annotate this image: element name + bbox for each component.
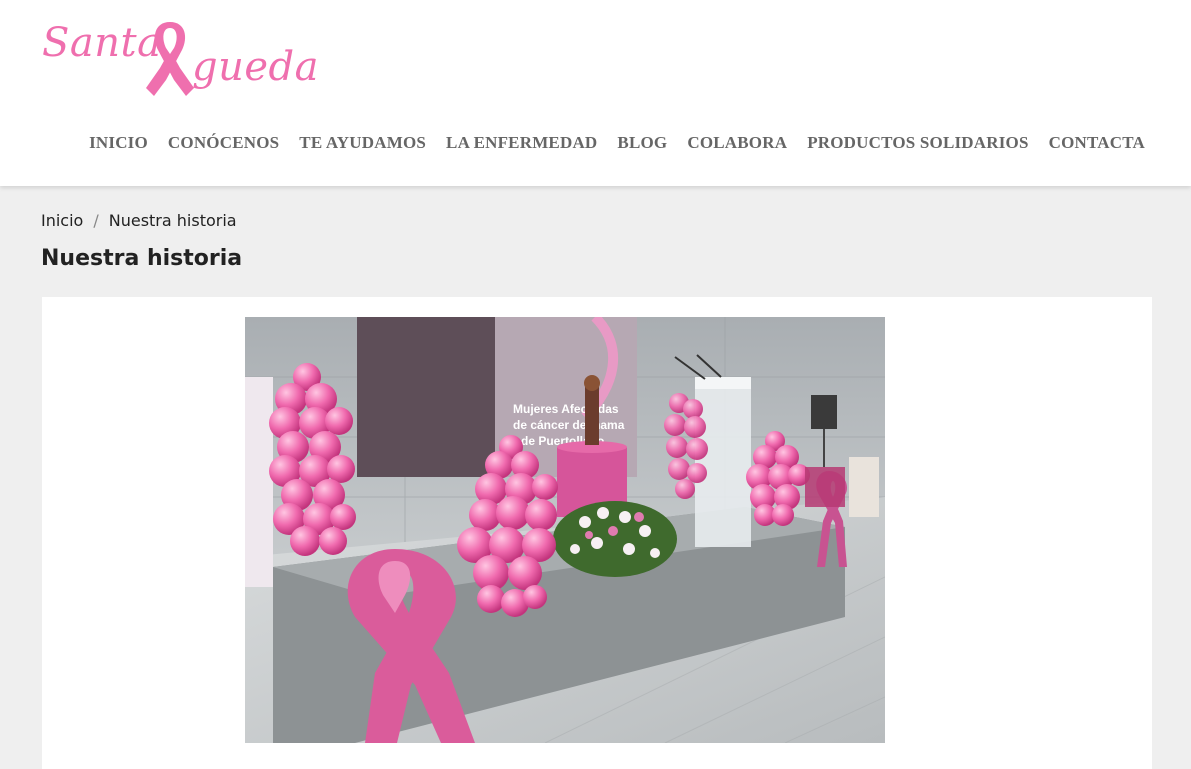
page-title: Nuestra historia — [41, 246, 243, 271]
main-nav: INICIO CONÓCENOS TE AYUDAMOS LA ENFERMED… — [89, 133, 1145, 153]
breadcrumb-home-link[interactable]: Inicio — [41, 211, 83, 230]
nav-item-contacta[interactable]: CONTACTA — [1049, 133, 1145, 153]
nav-item-inicio[interactable]: INICIO — [89, 133, 148, 153]
content-card: Mujeres Afectadas de cáncer de mama de P… — [42, 297, 1152, 769]
nav-item-productos-solidarios[interactable]: PRODUCTOS SOLIDARIOS — [807, 133, 1028, 153]
breadcrumb-current: Nuestra historia — [108, 211, 237, 230]
nav-item-la-enfermedad[interactable]: LA ENFERMEDAD — [446, 133, 597, 153]
breadcrumb-separator: / — [93, 211, 99, 230]
nav-item-conocenos[interactable]: CONÓCENOS — [168, 133, 279, 153]
event-photo-illustration: Mujeres Afectadas de cáncer de mama de P… — [245, 317, 885, 743]
nav-item-te-ayudamos[interactable]: TE AYUDAMOS — [299, 133, 426, 153]
pink-ribbon-icon — [146, 22, 194, 96]
site-logo[interactable]: Santa gueda — [40, 14, 319, 100]
nav-item-blog[interactable]: BLOG — [617, 133, 667, 153]
logo-text-gueda: gueda — [192, 44, 319, 90]
banner-text-1: Mujeres Afectadas — [513, 402, 619, 416]
banner-text-2: de cáncer de mama — [513, 418, 625, 432]
event-photo: Mujeres Afectadas de cáncer de mama de P… — [245, 317, 885, 743]
nav-item-colabora[interactable]: COLABORA — [687, 133, 787, 153]
site-header: Santa gueda INICIO CONÓCENOS TE AYUDAMOS… — [0, 0, 1191, 186]
breadcrumb: Inicio / Nuestra historia — [41, 211, 237, 230]
